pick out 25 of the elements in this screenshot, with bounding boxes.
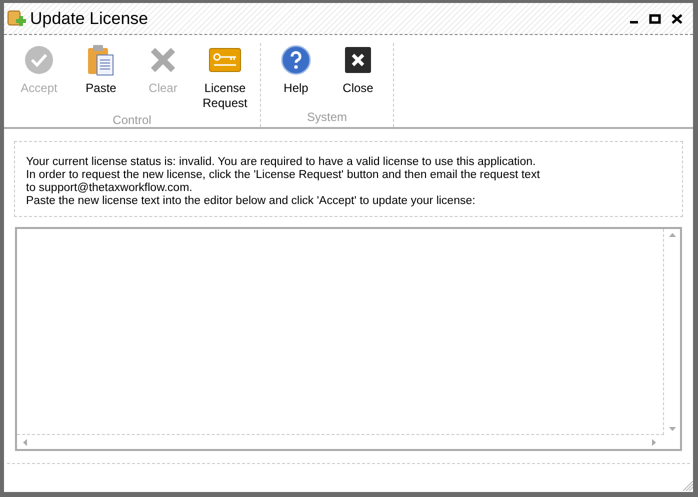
cross-icon: [150, 47, 176, 73]
check-icon: [24, 45, 54, 75]
scroll-down-icon[interactable]: [668, 427, 676, 431]
scroll-left-icon[interactable]: [23, 438, 27, 446]
resize-grip-icon[interactable]: [683, 481, 693, 491]
group-label: System: [306, 109, 348, 126]
message-text: Your current license status is: invalid. You are required to have a valid license to use this application.: [26, 156, 537, 169]
clipboard-icon: [87, 44, 115, 76]
close-window-icon[interactable]: [671, 14, 683, 24]
group-label: Control: [112, 112, 152, 129]
message-text: In order to request the new license, click the 'License Request' button and then email the request text to support@thetaxworkflow.com.: [26, 169, 541, 195]
key-card-icon: [209, 48, 241, 72]
app-icon: [7, 8, 27, 28]
window-title: Update License: [30, 8, 148, 30]
message-text: Paste the new license text into the editor below and click 'Accept' to update your license:: [26, 195, 476, 208]
help-icon: [281, 45, 311, 75]
close-icon: [345, 47, 371, 73]
ribbon-button[interactable]: Paste: [70, 43, 132, 96]
ribbon-button[interactable]: License Request: [194, 43, 256, 111]
scroll-up-icon[interactable]: [668, 233, 676, 237]
maximize-icon[interactable]: [649, 14, 661, 24]
license-editor[interactable]: [15, 227, 682, 451]
ribbon-button[interactable]: Close: [327, 43, 389, 96]
scroll-right-icon[interactable]: [652, 438, 656, 446]
ribbon-button[interactable]: Help: [265, 43, 327, 96]
